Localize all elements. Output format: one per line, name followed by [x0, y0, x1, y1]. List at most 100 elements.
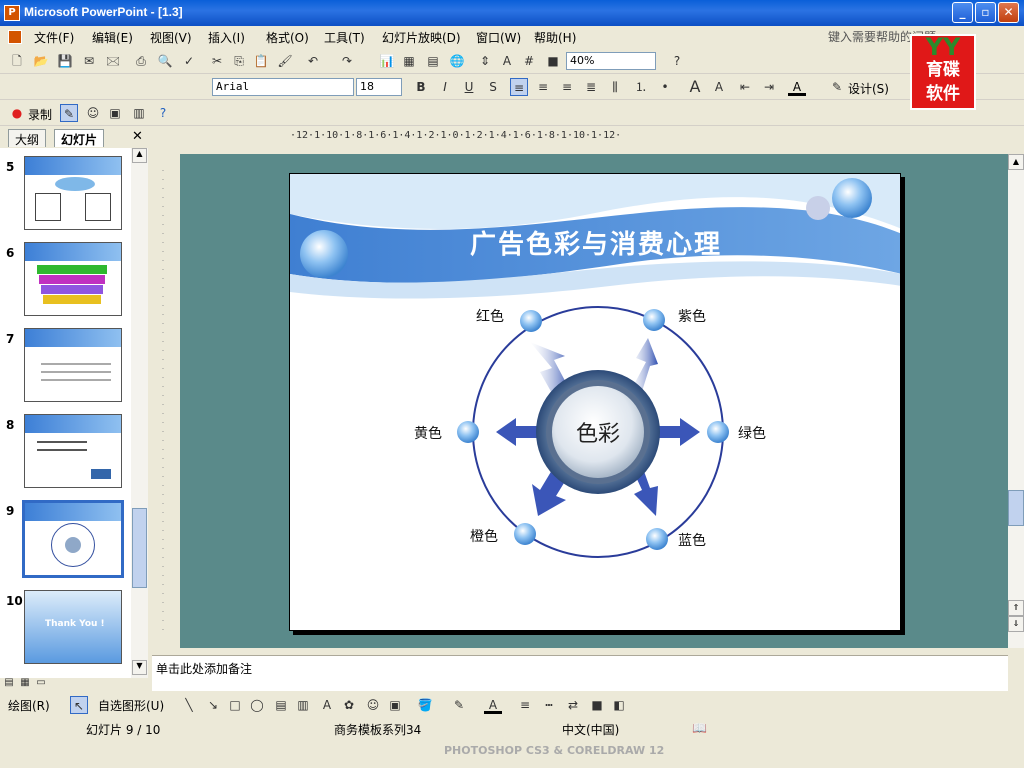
format-painter-icon[interactable]: 🖌	[276, 52, 294, 70]
font-select[interactable]: Arial	[212, 78, 354, 96]
publish-icon[interactable]: ▥	[130, 104, 148, 122]
scroll-thumb[interactable]	[1008, 490, 1024, 526]
oval-icon[interactable]: ◯	[248, 696, 266, 714]
fill-color-icon[interactable]: 🪣	[416, 696, 434, 714]
shadow-style-icon[interactable]: ■	[588, 696, 606, 714]
distribute-icon[interactable]: ⫼	[606, 78, 624, 96]
menu-edit[interactable]: 编辑(E)	[92, 29, 133, 46]
line-icon[interactable]: ╲	[180, 696, 198, 714]
pointer-tool-icon[interactable]: ✎	[60, 104, 78, 122]
thumb-slide-8[interactable]	[24, 414, 122, 488]
dash-style-icon[interactable]: ┅	[540, 696, 558, 714]
email-icon[interactable]: 🖂	[104, 52, 122, 70]
label-orange[interactable]: 橙色	[470, 526, 498, 546]
vertical-textbox-icon[interactable]: ▥	[294, 696, 312, 714]
menu-file[interactable]: 文件(F)	[34, 29, 74, 46]
textbox-icon[interactable]: ▤	[272, 696, 290, 714]
diagram-icon[interactable]: ✿	[340, 696, 358, 714]
tab-outline[interactable]: 大纲	[8, 129, 47, 147]
underline-icon[interactable]: U	[460, 78, 478, 96]
menu-slideshow[interactable]: 幻灯片放映(D)	[382, 29, 461, 46]
menu-window[interactable]: 窗口(W)	[476, 29, 521, 46]
thumb-slide-7[interactable]	[24, 328, 122, 402]
sorter-view-icon[interactable]: ▦	[18, 676, 32, 690]
line-color-icon[interactable]: ✎	[450, 696, 468, 714]
menu-insert[interactable]: 插入(I)	[208, 29, 245, 46]
menu-view[interactable]: 视图(V)	[150, 29, 192, 46]
scroll-up-icon[interactable]: ▲	[132, 148, 147, 163]
line-style-icon[interactable]: ≡	[516, 696, 534, 714]
arrow-style-icon[interactable]: ⇄	[564, 696, 582, 714]
justify-icon[interactable]: ≣	[582, 78, 600, 96]
preview-icon[interactable]: 🔍	[156, 52, 174, 70]
thumb-slide-9-selected[interactable]	[22, 500, 124, 578]
user-icon[interactable]: ☺	[84, 104, 102, 122]
slide[interactable]: 广告色彩与消费心理 色彩 红色 紫色 绿色 蓝色 橙色 黄色	[289, 173, 901, 631]
app-icon[interactable]: P	[4, 5, 20, 21]
increase-indent-icon[interactable]: ⇥	[760, 78, 778, 96]
clipart-icon[interactable]: ☺	[364, 696, 382, 714]
shadow-icon[interactable]: S	[484, 78, 502, 96]
table-icon[interactable]: ▦	[400, 52, 418, 70]
minimize-button[interactable]: _	[952, 2, 973, 23]
notes-pane[interactable]: 单击此处添加备注	[152, 655, 1008, 691]
font-size-select[interactable]: 18	[356, 78, 402, 96]
new-icon[interactable]: 🗋	[8, 52, 26, 70]
formatting-icon[interactable]: A	[498, 52, 516, 70]
label-blue[interactable]: 蓝色	[678, 530, 706, 550]
draw-menu[interactable]: 绘图(R)	[8, 697, 50, 714]
paste-icon[interactable]: 📋	[252, 52, 270, 70]
record-button[interactable]: 录制	[28, 106, 52, 123]
prev-slide-icon[interactable]: ⇑	[1008, 600, 1024, 616]
hub-label[interactable]: 色彩	[558, 416, 638, 448]
menu-format[interactable]: 格式(O)	[266, 29, 309, 46]
scroll-down-icon[interactable]: ▼	[132, 660, 147, 675]
picture-icon[interactable]: ▣	[386, 696, 404, 714]
notes-placeholder[interactable]: 单击此处添加备注	[156, 660, 252, 677]
close-button[interactable]: ✕	[998, 2, 1019, 23]
slideshow-view-icon[interactable]: ▭	[34, 676, 48, 690]
tables-borders-icon[interactable]: ▤	[424, 52, 442, 70]
help-icon[interactable]: ?	[668, 52, 686, 70]
open-icon[interactable]: 📂	[32, 52, 50, 70]
slide-title[interactable]: 广告色彩与消费心理	[290, 224, 900, 261]
select-arrow-icon[interactable]: ↖	[70, 696, 88, 714]
menu-help[interactable]: 帮助(H)	[534, 29, 576, 46]
color-icon[interactable]: ■	[544, 52, 562, 70]
permission-icon[interactable]: ✉	[80, 52, 98, 70]
thumb-slide-6[interactable]	[24, 242, 122, 316]
numbering-icon[interactable]: ⒈	[632, 78, 650, 96]
align-center-icon[interactable]: ≡	[534, 78, 552, 96]
thumb-slide-10[interactable]: Thank You !	[24, 590, 122, 664]
grow-font-icon[interactable]: A	[686, 78, 704, 96]
label-purple[interactable]: 紫色	[678, 306, 706, 326]
record-icon[interactable]: ●	[8, 104, 26, 122]
decrease-indent-icon[interactable]: ⇤	[736, 78, 754, 96]
label-yellow[interactable]: 黄色	[414, 423, 442, 443]
arrow-icon[interactable]: ↘	[204, 696, 222, 714]
label-green[interactable]: 绿色	[738, 423, 766, 443]
spelling-icon[interactable]: ✓	[180, 52, 198, 70]
3d-style-icon[interactable]: ◧	[610, 696, 628, 714]
maximize-button[interactable]: ▫	[975, 2, 996, 23]
redo-icon[interactable]: ↷	[338, 52, 356, 70]
doc-icon[interactable]	[8, 30, 22, 44]
shrink-font-icon[interactable]: A	[710, 78, 728, 96]
bold-icon[interactable]: B	[412, 78, 430, 96]
next-slide-icon[interactable]: ⇓	[1008, 616, 1024, 632]
zoom-select[interactable]: 40%	[566, 52, 656, 70]
close-pane-icon[interactable]: ✕	[132, 129, 143, 144]
thumbnail-scrollbar[interactable]: ▲ ▼	[131, 148, 148, 678]
scroll-thumb[interactable]	[132, 508, 147, 588]
expand-icon[interactable]: ⇕	[476, 52, 494, 70]
cut-icon[interactable]: ✂	[208, 52, 226, 70]
font-color-icon[interactable]: A	[788, 78, 806, 96]
slide-scrollbar[interactable]: ▲ ⇑ ⇓	[1008, 154, 1024, 648]
design-icon[interactable]: ✎	[828, 78, 846, 96]
hyperlink-icon[interactable]: 🌐	[448, 52, 466, 70]
normal-view-icon[interactable]: ▤	[2, 676, 16, 690]
menu-tools[interactable]: 工具(T)	[324, 29, 365, 46]
chart-icon[interactable]: 📊	[378, 52, 396, 70]
help-circle-icon[interactable]: ?	[154, 104, 172, 122]
undo-icon[interactable]: ↶	[304, 52, 322, 70]
